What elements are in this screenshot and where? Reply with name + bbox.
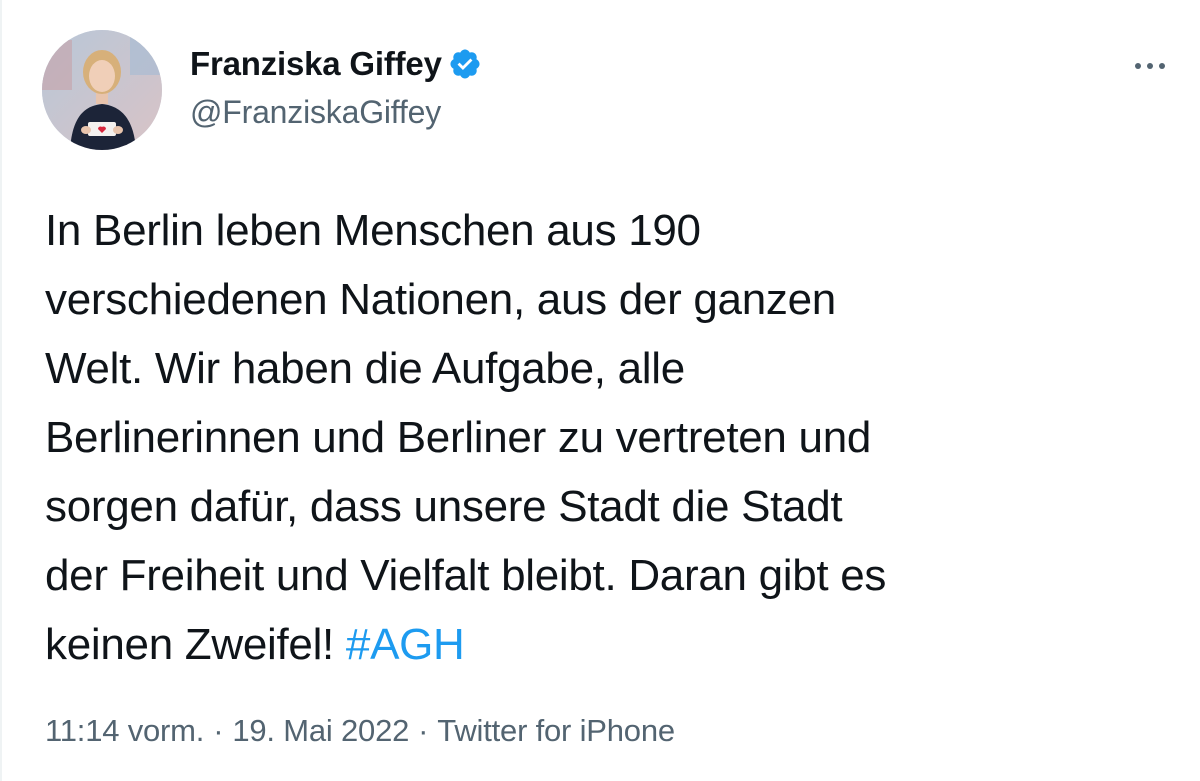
verified-badge-icon xyxy=(448,47,482,81)
tweet-text-line: sorgen dafür, dass unsere Stadt die Stad… xyxy=(45,482,843,531)
author-name[interactable]: Franziska Giffey xyxy=(190,45,442,83)
hashtag-link[interactable]: #AGH xyxy=(346,620,465,669)
author-handle[interactable]: @FranziskaGiffey xyxy=(190,94,482,131)
tweet-date[interactable]: 19. Mai 2022 xyxy=(232,713,409,748)
more-options-icon[interactable] xyxy=(1130,56,1170,76)
tweet-text-line: der Freiheit und Vielfalt bleibt. Daran … xyxy=(45,551,887,600)
tweet-time[interactable]: 11:14 vorm. xyxy=(45,713,204,748)
tweet-text-last-line: keinen Zweifel! #AGH xyxy=(45,610,1175,679)
tweet-text-line: In Berlin leben Menschen aus 190 xyxy=(45,206,701,255)
tweet-text: In Berlin leben Menschen aus 190 verschi… xyxy=(45,196,1175,679)
avatar[interactable] xyxy=(42,30,162,150)
user-info: Franziska Giffey @FranziskaGiffey xyxy=(190,42,482,131)
avatar-image xyxy=(42,30,162,150)
tweet-text-line: Berlinerinnen und Berliner zu vertreten … xyxy=(45,413,872,462)
separator-dot: · xyxy=(213,713,224,748)
tweet-text-line: Welt. Wir haben die Aufgabe, alle xyxy=(45,344,685,393)
tweet-text-line: verschiedenen Nationen, aus der ganzen xyxy=(45,275,836,324)
tweet-card: Franziska Giffey @FranziskaGiffey In Ber… xyxy=(0,0,1200,781)
tweet-text-line: keinen Zweifel! xyxy=(45,620,346,669)
tweet-metadata: 11:14 vorm. · 19. Mai 2022 · Twitter for iPh… xyxy=(45,713,675,749)
tweet-source[interactable]: Twitter for iPhone xyxy=(437,713,675,748)
tweet-header: Franziska Giffey @FranziskaGiffey xyxy=(42,30,1172,152)
name-row: Franziska Giffey xyxy=(190,42,482,86)
separator-dot: · xyxy=(418,713,429,748)
